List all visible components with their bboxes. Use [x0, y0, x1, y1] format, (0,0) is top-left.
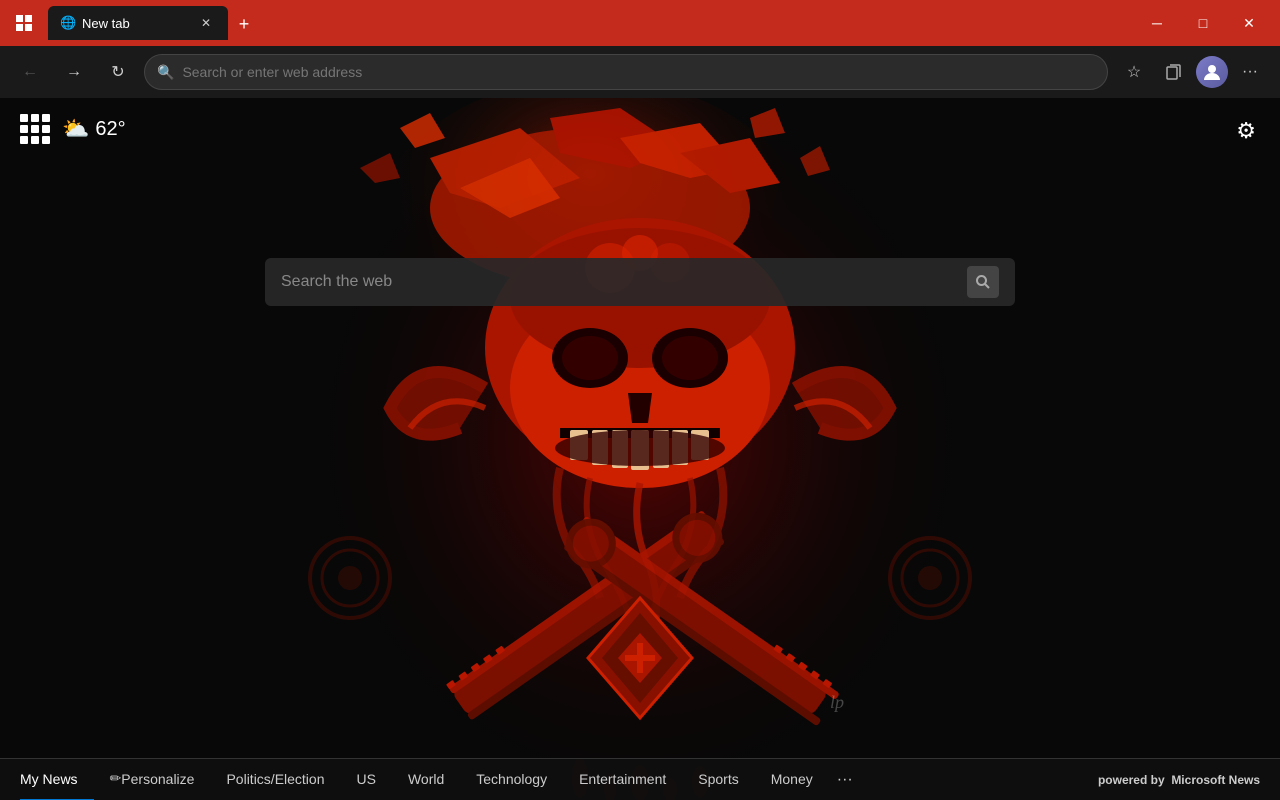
- windows-menu-button[interactable]: [8, 7, 40, 39]
- news-tab-my-news[interactable]: My News: [20, 759, 94, 800]
- news-more-button[interactable]: ···: [829, 771, 861, 789]
- powered-by: powered by Microsoft News: [1098, 773, 1260, 787]
- news-tab-label: World: [408, 771, 444, 787]
- favorite-button[interactable]: ☆: [1116, 54, 1152, 90]
- news-bar: My News ✏ Personalize Politics/Election US W…: [0, 758, 1280, 800]
- apps-grid-button[interactable]: [20, 114, 50, 144]
- forward-button[interactable]: →: [56, 54, 92, 90]
- tab-close-button[interactable]: ✕: [196, 13, 216, 33]
- web-search-input[interactable]: [281, 273, 957, 291]
- personalize-icon: ✏: [110, 770, 122, 787]
- address-bar[interactable]: 🔍: [144, 54, 1108, 90]
- news-tabs: My News ✏ Personalize Politics/Election US W…: [20, 759, 1098, 800]
- apps-weather-widget: ⛅ 62°: [20, 114, 126, 144]
- background-image: lp: [0, 98, 1280, 800]
- news-tab-technology[interactable]: Technology: [460, 759, 563, 800]
- weather-icon: ⛅: [62, 116, 89, 142]
- more-button[interactable]: ···: [1232, 54, 1268, 90]
- news-tab-label: Personalize: [121, 771, 194, 787]
- search-container: [265, 258, 1015, 306]
- active-tab[interactable]: 🌐 New tab ✕: [48, 6, 228, 40]
- tab-title: New tab: [82, 16, 190, 31]
- new-tab-button[interactable]: +: [228, 8, 260, 40]
- news-tab-entertainment[interactable]: Entertainment: [563, 759, 682, 800]
- news-tab-sports[interactable]: Sports: [682, 759, 754, 800]
- news-tab-world[interactable]: World: [392, 759, 460, 800]
- refresh-button[interactable]: ↻: [100, 54, 136, 90]
- news-tab-politics-election[interactable]: Politics/Election: [210, 759, 340, 800]
- microsoft-news-brand: Microsoft News: [1171, 773, 1260, 787]
- news-tab-label: Politics/Election: [226, 771, 324, 787]
- news-tab-label: Sports: [698, 771, 738, 787]
- maximize-button[interactable]: □: [1180, 7, 1226, 39]
- minimize-button[interactable]: ─: [1134, 7, 1180, 39]
- address-search-icon: 🔍: [157, 64, 174, 81]
- news-tab-label: US: [357, 771, 376, 787]
- collections-button[interactable]: [1156, 54, 1192, 90]
- news-tab-us[interactable]: US: [341, 759, 392, 800]
- temperature-display: 62°: [95, 118, 125, 141]
- news-tab-label: Money: [771, 771, 813, 787]
- news-tab-label: Technology: [476, 771, 547, 787]
- close-button[interactable]: ✕: [1226, 7, 1272, 39]
- tab-favicon: 🌐: [60, 15, 76, 31]
- profile-button[interactable]: [1196, 56, 1228, 88]
- settings-button[interactable]: ⚙: [1232, 114, 1260, 148]
- news-tab-label: My News: [20, 771, 78, 787]
- svg-text:lp: lp: [830, 692, 844, 712]
- news-tab-label: Entertainment: [579, 771, 666, 787]
- search-submit-button[interactable]: [967, 266, 999, 298]
- news-tab-personalize[interactable]: ✏ Personalize: [94, 759, 211, 800]
- news-tab-money[interactable]: Money: [755, 759, 829, 800]
- weather-widget[interactable]: ⛅ 62°: [62, 116, 126, 142]
- address-input[interactable]: [182, 64, 1095, 80]
- profile-avatar: [1196, 56, 1228, 88]
- back-button[interactable]: ←: [12, 54, 48, 90]
